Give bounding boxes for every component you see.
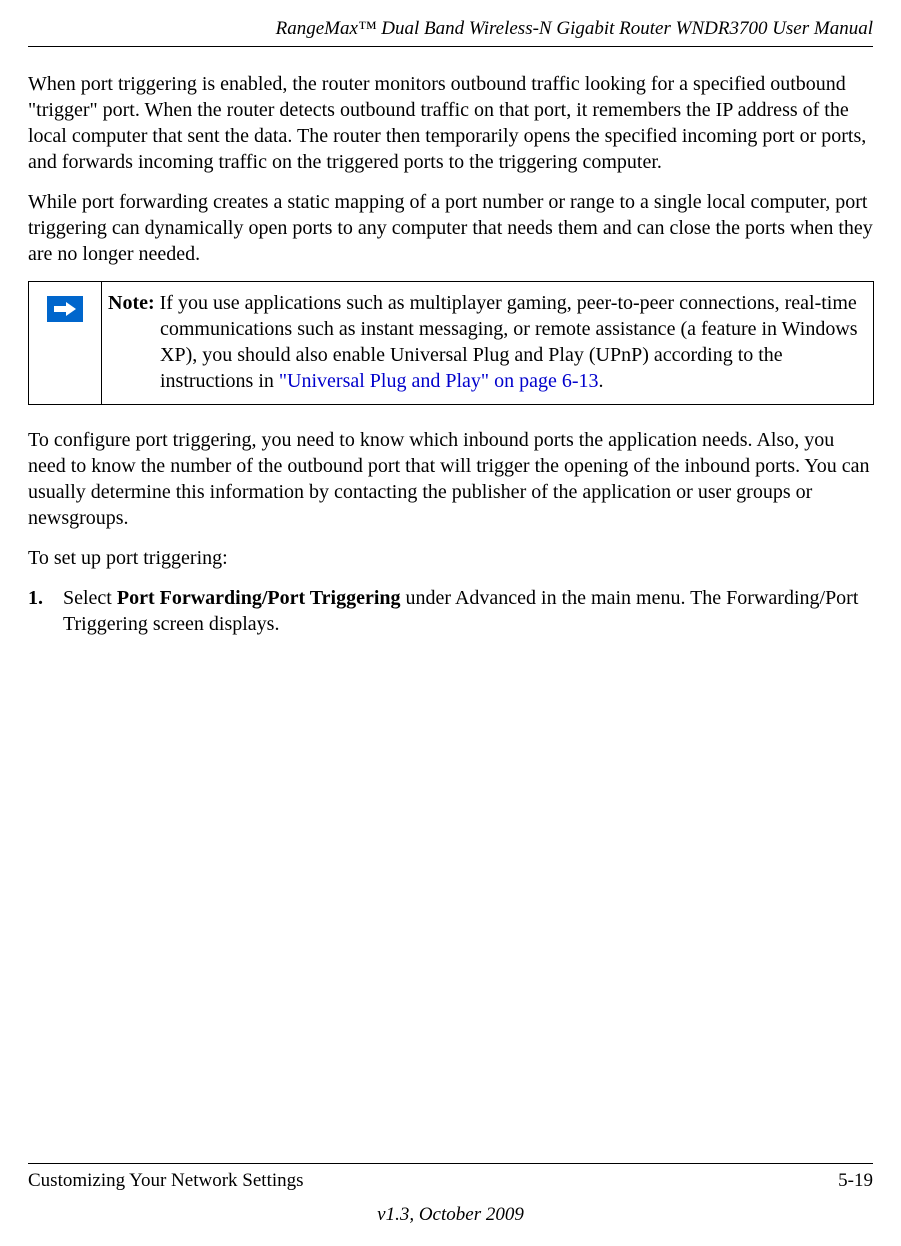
- footer-divider: [28, 1163, 873, 1164]
- footer-page-number: 5-19: [838, 1170, 873, 1192]
- step-number: 1.: [28, 585, 58, 611]
- step-bold: Port Forwarding/Port Triggering: [117, 587, 401, 609]
- note-content: Note: If you use applications such as mu…: [102, 282, 874, 405]
- note-link[interactable]: "Universal Plug and Play" on page 6-13: [279, 370, 599, 392]
- arrow-right-icon: [47, 296, 83, 322]
- paragraph-2: While port forwarding creates a static m…: [28, 189, 873, 267]
- footer-section-title: Customizing Your Network Settings: [28, 1170, 304, 1192]
- footer-version: v1.3, October 2009: [28, 1204, 873, 1226]
- note-icon-cell: [29, 282, 102, 405]
- footer: Customizing Your Network Settings 5-19 v…: [28, 1163, 873, 1226]
- step-content: Select Port Forwarding/Port Triggering u…: [63, 585, 863, 637]
- step-text-before: Select: [63, 587, 117, 609]
- note-text-after: .: [599, 370, 604, 392]
- paragraph-4: To set up port triggering:: [28, 545, 873, 571]
- header-divider: [28, 46, 873, 47]
- header-title: RangeMax™ Dual Band Wireless-N Gigabit R…: [28, 18, 873, 40]
- note-box: Note: If you use applications such as mu…: [28, 281, 874, 405]
- paragraph-3: To configure port triggering, you need t…: [28, 427, 873, 531]
- note-label: Note:: [108, 292, 155, 314]
- paragraph-1: When port triggering is enabled, the rou…: [28, 71, 873, 175]
- step-1: 1. Select Port Forwarding/Port Triggerin…: [28, 585, 873, 637]
